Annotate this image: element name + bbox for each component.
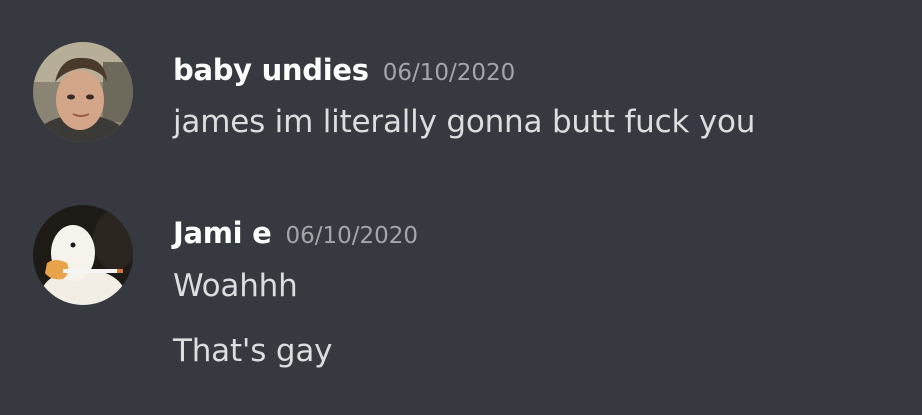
message-text: Woahhh (173, 268, 298, 304)
profile-photo-icon (33, 42, 133, 142)
chat-message-list: baby undies 06/10/2020 james im literally… (0, 0, 922, 415)
user-avatar[interactable] (33, 42, 133, 142)
username[interactable]: Jami e (173, 216, 272, 250)
timestamp: 06/10/2020 (285, 223, 419, 249)
timestamp: 06/10/2020 (382, 60, 516, 86)
message-text: That's gay (173, 333, 333, 369)
message-text: james im literally gonna butt fuck you (173, 104, 756, 140)
username[interactable]: baby undies (173, 53, 369, 87)
user-avatar[interactable] (33, 205, 133, 305)
duck-icon (33, 205, 133, 305)
message-header: Jami e 06/10/2020 (173, 215, 418, 256)
message-header: baby undies 06/10/2020 (173, 52, 515, 93)
